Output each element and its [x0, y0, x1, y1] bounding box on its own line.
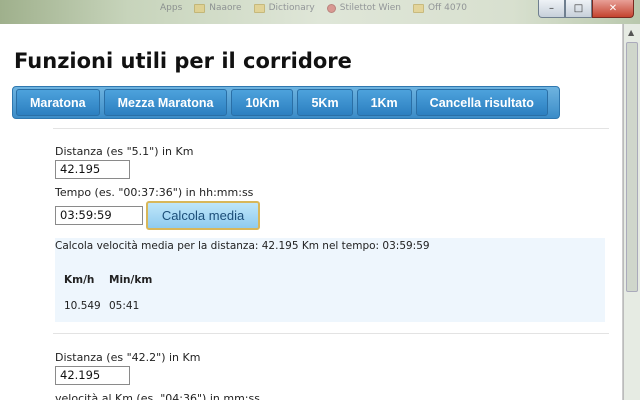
bookmark-label: Apps — [160, 3, 183, 13]
tab-mezza-maratona[interactable]: Mezza Maratona — [103, 89, 228, 116]
result-header-kmh: Km/h — [64, 274, 95, 286]
bookmark-label: Stilettot Wien — [339, 3, 401, 13]
result-summary: Calcola velocità media per la distanza: … — [55, 240, 430, 252]
tab-1km[interactable]: 1Km — [356, 89, 412, 116]
time-input[interactable]: 03:59:59 — [55, 206, 143, 225]
result-header-minkm: Min/km — [109, 274, 153, 286]
bookmark-label: Dictionary — [268, 3, 315, 13]
browser-chrome: Apps Naaore Dictionary Stilettot Wien Of… — [0, 0, 640, 400]
window-controls: – □ ✕ — [538, 0, 634, 18]
speed-label: velocità al Km (es. "04:36") in mm:ss — [55, 392, 260, 400]
time-label: Tempo (es. "00:37:36") in hh:mm:ss — [55, 186, 254, 199]
bookmark-item[interactable]: Off 4070 — [412, 3, 468, 13]
calcola-media-button[interactable]: Calcola media — [146, 201, 260, 230]
result-value-kmh: 10.549 — [64, 300, 101, 312]
close-button[interactable]: ✕ — [592, 0, 634, 18]
folder-icon — [194, 3, 206, 13]
preset-tab-bar: Maratona Mezza Maratona 10Km 5Km 1Km Can… — [12, 86, 560, 119]
result-value-minkm: 05:41 — [109, 300, 140, 312]
result-panel: Calcola velocità media per la distanza: … — [55, 238, 605, 322]
folder-icon — [412, 3, 424, 13]
distance2-input[interactable]: 42.195 — [55, 366, 130, 385]
bookmark-item[interactable]: Naaore — [194, 3, 242, 13]
bookmark-item[interactable]: Stilettot Wien — [326, 3, 401, 13]
bookmark-label: Naaore — [209, 3, 242, 13]
folder-icon — [253, 3, 265, 13]
distance-input[interactable]: 42.195 — [55, 160, 130, 179]
tab-maratona[interactable]: Maratona — [16, 89, 100, 116]
bookmark-item[interactable]: Dictionary — [253, 3, 315, 13]
tab-10km[interactable]: 10Km — [231, 89, 294, 116]
minimize-button[interactable]: – — [538, 0, 565, 18]
scroll-thumb[interactable] — [626, 42, 638, 292]
tab-cancella-risultato[interactable]: Cancella risultato — [415, 89, 548, 116]
scroll-up-icon[interactable]: ▲ — [628, 28, 634, 37]
distance2-label: Distanza (es "42.2") in Km — [55, 351, 201, 364]
bookmarks-bar: Apps Naaore Dictionary Stilettot Wien Of… — [160, 3, 468, 400]
divider — [53, 128, 609, 129]
divider — [53, 333, 609, 334]
page-title: Funzioni utili per il corridore — [14, 49, 352, 73]
vertical-scrollbar[interactable]: ▲ — [623, 24, 640, 400]
page-window: Funzioni utili per il corridore Maratona… — [0, 24, 623, 400]
bookmark-item[interactable]: Apps — [160, 3, 183, 400]
maximize-button[interactable]: □ — [565, 0, 592, 18]
site-icon — [326, 3, 336, 13]
bookmark-label: Off 4070 — [427, 3, 468, 13]
distance-label: Distanza (es "5.1") in Km — [55, 145, 194, 158]
tab-5km[interactable]: 5Km — [297, 89, 353, 116]
